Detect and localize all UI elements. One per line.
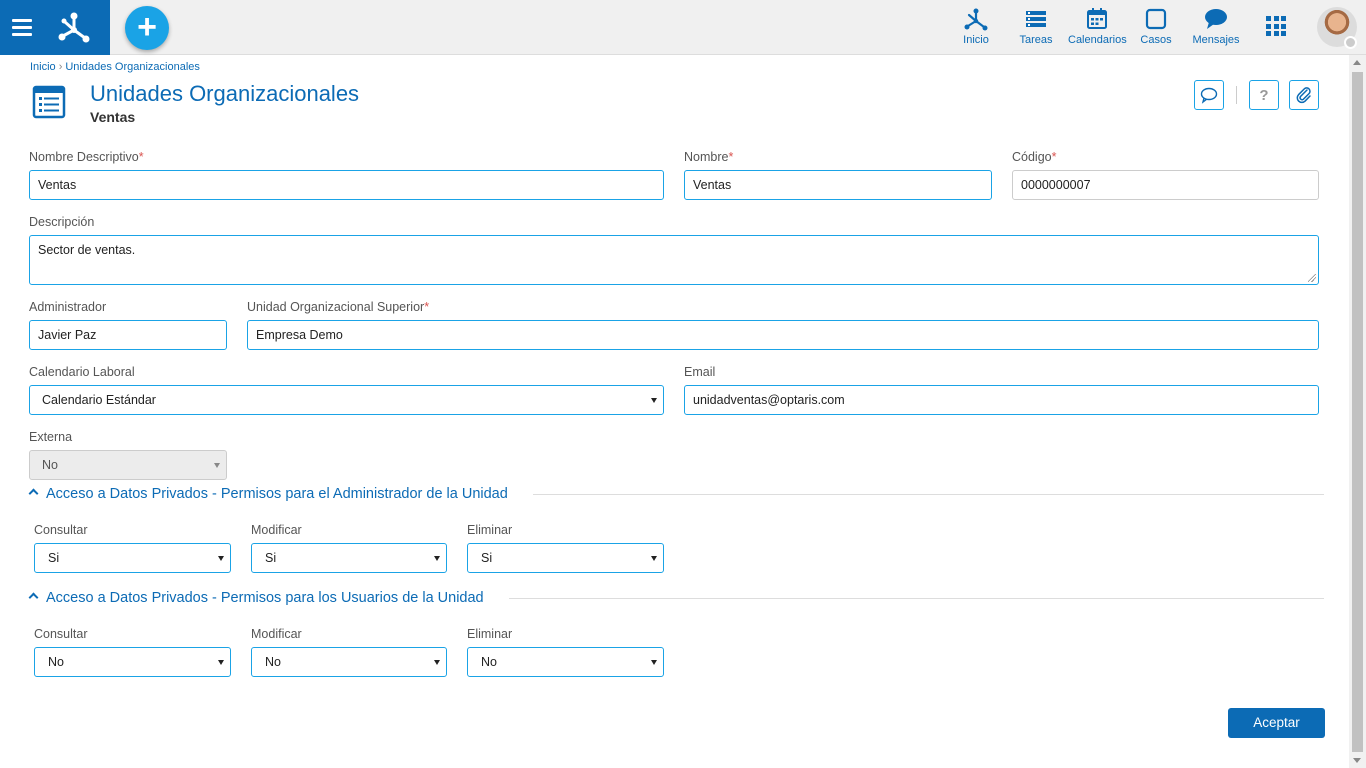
section-divider — [533, 494, 1324, 495]
dropdown-arrow-icon — [218, 556, 224, 561]
svg-text:?: ? — [1259, 87, 1268, 104]
breadcrumb: Inicio › Unidades Organizacionales — [30, 61, 200, 73]
comments-button[interactable] — [1194, 80, 1224, 110]
users-eliminar-value: No — [481, 655, 497, 669]
nombre-descriptivo-label: Nombre Descriptivo* — [29, 150, 144, 164]
nav-calendarios[interactable]: Calendarios — [1068, 6, 1127, 46]
nav-label: Tareas — [1019, 34, 1053, 46]
nombre-descriptivo-input[interactable]: Ventas — [29, 170, 664, 200]
breadcrumb-home[interactable]: Inicio — [30, 61, 56, 73]
admin-consultar-value: Si — [48, 551, 60, 565]
cases-icon — [1145, 8, 1167, 30]
unidad-superior-label: Unidad Organizacional Superior* — [247, 300, 430, 314]
dropdown-arrow-icon — [214, 463, 220, 468]
codigo-label: Código* — [1012, 150, 1057, 164]
admin-consultar-select[interactable]: Si — [34, 543, 231, 573]
users-modificar-label: Modificar — [251, 627, 302, 641]
attachments-button[interactable] — [1289, 80, 1319, 110]
breadcrumb-current[interactable]: Unidades Organizacionales — [65, 61, 200, 73]
help-icon: ? — [1259, 87, 1268, 104]
users-consultar-select[interactable]: No — [34, 647, 231, 677]
calendario-select[interactable]: Calendario Estándar — [29, 385, 664, 415]
calendario-value: Calendario Estándar — [42, 393, 156, 407]
users-consultar-value: No — [48, 655, 64, 669]
calendario-label: Calendario Laboral — [29, 365, 135, 379]
dropdown-arrow-icon — [651, 398, 657, 403]
descripcion-text: Sector de ventas. — [38, 243, 136, 257]
admin-modificar-label: Modificar — [251, 523, 302, 537]
externa-value: No — [42, 458, 58, 472]
unidad-superior-input[interactable]: Empresa Demo — [247, 320, 1319, 350]
nav-casos[interactable]: Casos — [1140, 6, 1172, 46]
externa-label: Externa — [29, 430, 73, 444]
resize-handle-icon[interactable] — [1308, 274, 1316, 282]
admin-eliminar-value: Si — [481, 551, 493, 565]
chevron-up-icon — [28, 488, 39, 499]
admin-modificar-value: Si — [265, 551, 277, 565]
tasks-icon — [1026, 11, 1046, 27]
scrollbar[interactable] — [1349, 55, 1366, 768]
paperclip-icon — [1296, 87, 1311, 104]
users-modificar-value: No — [265, 655, 281, 669]
add-new-button[interactable]: + — [125, 6, 169, 50]
nav-inicio[interactable]: Inicio — [958, 6, 994, 46]
nav-label: Mensajes — [1192, 34, 1240, 46]
admin-consultar-label: Consultar — [34, 523, 88, 537]
admin-modificar-select[interactable]: Si — [251, 543, 447, 573]
codigo-input[interactable]: 0000000007 — [1012, 170, 1319, 200]
section-users-permissions[interactable]: Acceso a Datos Privados - Permisos para … — [28, 590, 510, 608]
calendar-icon — [1087, 8, 1107, 29]
externa-select: No — [29, 450, 227, 480]
dropdown-arrow-icon — [434, 660, 440, 665]
users-eliminar-select[interactable]: No — [467, 647, 664, 677]
administrador-label: Administrador — [29, 300, 107, 314]
users-modificar-select[interactable]: No — [251, 647, 447, 677]
comment-icon — [1200, 87, 1218, 104]
toolbar-divider — [1236, 86, 1237, 104]
page-title: Unidades Organizacionales — [90, 81, 360, 106]
section-title: Acceso a Datos Privados - Permisos para … — [46, 590, 484, 606]
nav-label: Casos — [1140, 34, 1172, 46]
scrollbar-thumb[interactable] — [1352, 72, 1363, 752]
scroll-down-icon[interactable] — [1353, 758, 1361, 763]
process-icon — [964, 8, 988, 31]
status-indicator — [1344, 36, 1357, 49]
nav-mensajes[interactable]: Mensajes — [1192, 6, 1240, 46]
nav-tareas[interactable]: Tareas — [1018, 6, 1054, 46]
users-eliminar-label: Eliminar — [467, 627, 513, 641]
nombre-input[interactable]: Ventas — [684, 170, 992, 200]
section-divider — [509, 598, 1324, 599]
logo-icon[interactable] — [55, 8, 93, 46]
brand-area — [0, 0, 110, 55]
chevron-up-icon — [28, 592, 39, 603]
top-bar: + Inicio Tareas Calendarios Casos Mensaj… — [0, 0, 1366, 55]
chat-icon — [1205, 9, 1227, 29]
nav-label: Calendarios — [1068, 34, 1127, 46]
dropdown-arrow-icon — [651, 660, 657, 665]
hamburger-menu-icon[interactable] — [12, 15, 38, 39]
scroll-up-icon[interactable] — [1353, 60, 1361, 65]
admin-eliminar-select[interactable]: Si — [467, 543, 664, 573]
administrador-input[interactable]: Javier Paz — [29, 320, 227, 350]
form-document-icon — [32, 85, 66, 119]
descripcion-label: Descripción — [29, 215, 95, 229]
help-button[interactable]: ? — [1249, 80, 1279, 110]
apps-grid-icon[interactable] — [1266, 16, 1286, 36]
dropdown-arrow-icon — [651, 556, 657, 561]
dropdown-arrow-icon — [434, 556, 440, 561]
dropdown-arrow-icon — [218, 660, 224, 665]
nombre-label: Nombre* — [684, 150, 734, 164]
breadcrumb-separator: › — [58, 61, 63, 73]
section-admin-permissions[interactable]: Acceso a Datos Privados - Permisos para … — [28, 486, 530, 504]
email-input[interactable]: unidadventas@optaris.com — [684, 385, 1319, 415]
email-label: Email — [684, 365, 716, 379]
accept-button[interactable]: Aceptar — [1228, 708, 1325, 738]
section-title: Acceso a Datos Privados - Permisos para … — [46, 486, 508, 502]
admin-eliminar-label: Eliminar — [467, 523, 513, 537]
descripcion-textarea[interactable]: Sector de ventas. — [29, 235, 1319, 285]
nav-label: Inicio — [963, 34, 989, 46]
users-consultar-label: Consultar — [34, 627, 88, 641]
page-subtitle: Ventas — [90, 109, 136, 125]
